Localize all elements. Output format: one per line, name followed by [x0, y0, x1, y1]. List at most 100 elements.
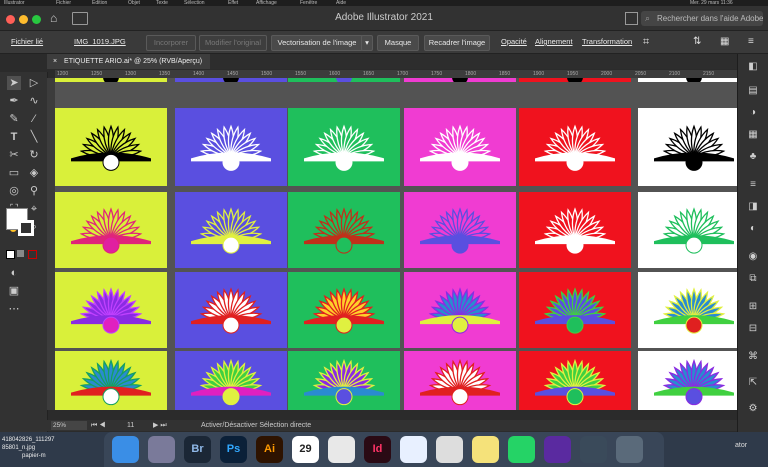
artboard-tile[interactable]: [288, 78, 400, 82]
artboard-tile[interactable]: [519, 78, 631, 82]
artboard-tile[interactable]: [519, 192, 631, 268]
edit-original-button[interactable]: Modifier l'original: [199, 35, 267, 51]
dock-app-affinity-icon[interactable]: [544, 436, 571, 463]
artboard-tile[interactable]: [55, 192, 167, 268]
edit-toolbar-icon[interactable]: ⋯: [7, 302, 21, 316]
properties-panel-icon[interactable]: ◧: [745, 60, 761, 74]
none-mode-icon[interactable]: [28, 250, 37, 259]
color-mode-icon[interactable]: [6, 250, 15, 259]
brush-tool-icon[interactable]: ⁄: [27, 112, 41, 126]
line-tool-icon[interactable]: ╲: [27, 130, 41, 144]
artboard-number[interactable]: 11: [127, 420, 134, 431]
rectangle-tool-icon[interactable]: ▭: [7, 166, 21, 180]
artboard-tile[interactable]: [288, 108, 400, 186]
mask-button[interactable]: Masque: [377, 35, 419, 51]
artboard-tile[interactable]: [638, 272, 737, 348]
artboard-tile[interactable]: [519, 351, 631, 410]
scissors-tool-icon[interactable]: ✂: [7, 148, 21, 162]
crop-image-button[interactable]: Recadrer l'image: [424, 35, 490, 51]
artboard-nav-icon[interactable]: ⏮ ◀: [91, 420, 106, 431]
tab-close-icon[interactable]: ×: [53, 58, 57, 65]
zoom-level-field[interactable]: 25%: [51, 421, 87, 430]
dock-app-whatsapp-icon[interactable]: [508, 436, 535, 463]
artboard-tile[interactable]: [288, 272, 400, 348]
artboard-tile[interactable]: [404, 351, 516, 410]
artboard-tile[interactable]: [55, 351, 167, 410]
layers-panel-icon[interactable]: ⧉: [745, 272, 761, 286]
artboard-tile[interactable]: [55, 108, 167, 186]
artboard-tile[interactable]: [519, 272, 631, 348]
selection-tool-icon[interactable]: ➤: [7, 76, 21, 90]
transform-link[interactable]: Transformation: [582, 31, 632, 53]
swatches-panel-icon[interactable]: ▦: [745, 128, 761, 142]
transparency-panel-icon[interactable]: ◐: [745, 222, 761, 236]
dock-app-safari-icon[interactable]: [400, 436, 427, 463]
dock-app-illustrator-icon[interactable]: Ai: [256, 436, 283, 463]
artboard-tile[interactable]: [638, 78, 737, 82]
panel-menu-icon[interactable]: ≡: [748, 31, 754, 53]
artboards-panel-icon[interactable]: ⊞: [745, 300, 761, 314]
draw-mode-icon[interactable]: ◐: [7, 266, 21, 280]
embed-button[interactable]: Incorporer: [146, 35, 196, 51]
dock-app-finder-icon[interactable]: [112, 436, 139, 463]
settings-panel-icon[interactable]: ⚙: [745, 402, 761, 416]
dock-app-bridge-icon[interactable]: Br: [184, 436, 211, 463]
color-panel-icon[interactable]: ◑: [745, 106, 761, 120]
dock-app-calendar-icon[interactable]: 29: [292, 436, 319, 463]
align-panel-icon[interactable]: ⊟: [745, 322, 761, 336]
artboard-canvas[interactable]: [55, 78, 737, 410]
eraser-tool-icon[interactable]: ◈: [27, 166, 41, 180]
opacity-link[interactable]: Opacité: [501, 31, 527, 53]
artboard-tile[interactable]: [175, 272, 287, 348]
dock-app-chrome-icon[interactable]: [328, 436, 355, 463]
artboard-tile[interactable]: [404, 108, 516, 186]
document-tab[interactable]: × ETIQUETTE ARIO.ai* @ 25% (RVB/Aperçu): [47, 54, 211, 69]
linked-file-link[interactable]: Fichier lié: [11, 31, 43, 53]
flip-icon[interactable]: ⇅: [693, 31, 701, 53]
dock-app-photos-icon[interactable]: [436, 436, 463, 463]
rotate-tool-icon[interactable]: ↻: [27, 148, 41, 162]
dock-app-preview-icon[interactable]: [580, 436, 607, 463]
shape-builder-tool-icon[interactable]: ◎: [7, 184, 21, 198]
curvature-tool-icon[interactable]: ∿: [27, 94, 41, 108]
dock-app-indesign-icon[interactable]: Id: [364, 436, 391, 463]
artboard-tile[interactable]: [638, 351, 737, 410]
dock-app-launchpad-icon[interactable]: [148, 436, 175, 463]
dock-app-photoshop-icon[interactable]: Ps: [220, 436, 247, 463]
artboard-tile[interactable]: [175, 351, 287, 410]
export-panel-icon[interactable]: ⇱: [745, 376, 761, 390]
artboard-tile[interactable]: [638, 108, 737, 186]
width-tool-icon[interactable]: ⚲: [27, 184, 41, 198]
image-trace-dropdown-icon[interactable]: ▾: [361, 35, 373, 51]
image-trace-button[interactable]: Vectorisation de l'image: [271, 35, 363, 51]
help-search-input[interactable]: ⌕ Rechercher dans l'aide Adobe: [641, 11, 763, 26]
screen-mode-icon[interactable]: ▣: [7, 284, 21, 298]
appearance-panel-icon[interactable]: ◉: [745, 250, 761, 264]
artboard-next-icon[interactable]: ▶ ⏭: [153, 420, 167, 431]
artboard-tile[interactable]: [55, 78, 167, 82]
pen-tool-icon[interactable]: ✒: [7, 94, 21, 108]
stroke-swatch[interactable]: [18, 220, 34, 236]
artboard-tile[interactable]: [175, 192, 287, 268]
artboard-tile[interactable]: [519, 108, 631, 186]
transform-options-icon[interactable]: ⌗: [643, 31, 649, 53]
stroke-panel-icon[interactable]: ≡: [745, 178, 761, 192]
gradient-panel-icon[interactable]: ◨: [745, 200, 761, 214]
file-name-link[interactable]: IMG_1019.JPG: [74, 31, 126, 53]
eyedropper-tool-icon[interactable]: ⌖: [27, 202, 41, 216]
align-link[interactable]: Alignement: [535, 31, 573, 53]
links-panel-icon[interactable]: ⌘: [745, 350, 761, 364]
artboard-tile[interactable]: [404, 78, 516, 82]
workspace-switcher-icon[interactable]: [625, 12, 638, 25]
gradient-mode-icon[interactable]: [17, 250, 24, 257]
artboard-tile[interactable]: [404, 272, 516, 348]
dock-app-notes-icon[interactable]: [472, 436, 499, 463]
direct-selection-tool-icon[interactable]: ▷: [27, 76, 41, 90]
artboard-tile[interactable]: [404, 192, 516, 268]
type-tool-icon[interactable]: T: [7, 130, 21, 144]
artboard-tile[interactable]: [288, 192, 400, 268]
symbols-panel-icon[interactable]: ♣: [745, 150, 761, 164]
artboard-tile[interactable]: [288, 351, 400, 410]
artboard-tile[interactable]: [638, 192, 737, 268]
artboard-tile[interactable]: [175, 78, 287, 82]
